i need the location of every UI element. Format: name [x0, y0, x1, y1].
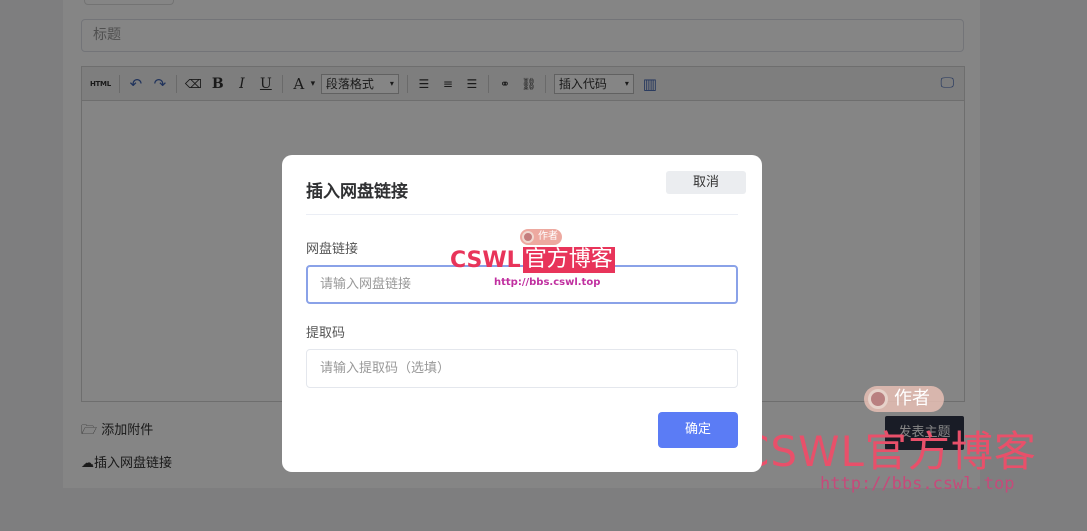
watermark-avatar-icon: [522, 231, 534, 243]
watermark-brand-cn: 官方博客: [522, 247, 615, 273]
watermark-brand: CSWL官方博客: [740, 418, 1037, 479]
watermark-url: http://bbs.cswl.top: [494, 277, 601, 288]
watermark-brand-latin: CSWL: [450, 247, 521, 273]
netdisk-link-label: 网盘链接: [306, 242, 359, 257]
insert-netdisk-modal: 插入网盘链接 取消 网盘链接 请输入网盘链接 提取码 请输入提取码（选填） 确定…: [282, 155, 762, 472]
watermark-center: 作者 CSWL 官方博客 http://bbs.cswl.top: [450, 227, 640, 293]
watermark-bottom-right: 作者 CSWL官方博客 http://bbs.cswl.top: [740, 382, 1080, 500]
extract-code-input[interactable]: 请输入提取码（选填）: [306, 349, 738, 388]
confirm-button[interactable]: 确定: [658, 412, 738, 448]
modal-title: 插入网盘链接: [306, 182, 408, 202]
watermark-avatar-icon: [868, 389, 888, 409]
watermark-url: http://bbs.cswl.top: [820, 474, 1015, 494]
extract-code-label: 提取码: [306, 326, 346, 341]
cancel-button[interactable]: 取消: [666, 171, 746, 194]
watermark-brand-cn: 官方博客: [864, 427, 1037, 476]
watermark-brand: CSWL 官方博客: [450, 247, 615, 273]
modal-divider: [306, 214, 738, 215]
